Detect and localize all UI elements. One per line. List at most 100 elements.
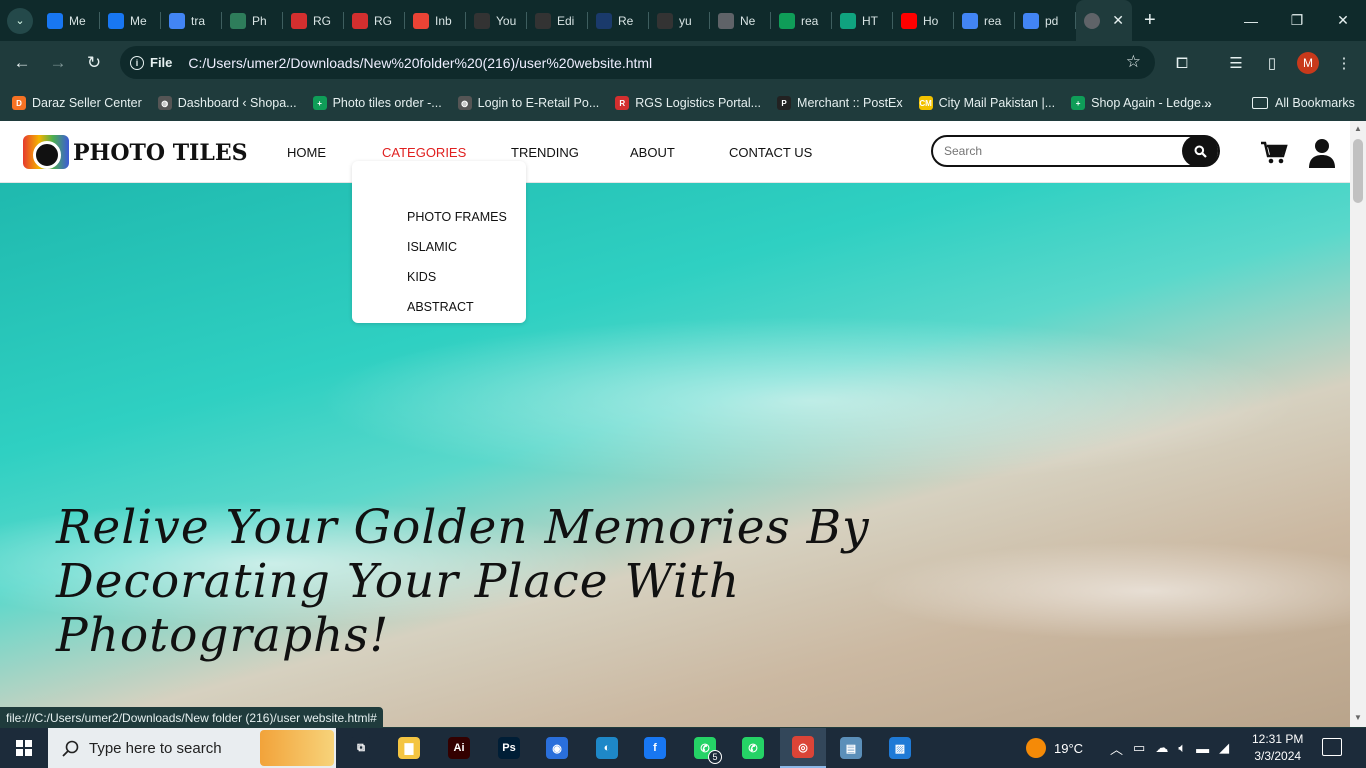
tab-title: Ho [923, 13, 939, 28]
menu-kebab-icon[interactable]: ⋮ [1327, 41, 1361, 85]
bookmark-item[interactable]: ◍ Login to E-Retail Po... [457, 96, 599, 110]
notifications-icon[interactable] [1322, 738, 1342, 756]
site-logo-text[interactable]: PHOTO TILES [73, 140, 247, 166]
browser-tab[interactable]: Inb [405, 0, 466, 41]
meta-icon [47, 12, 63, 29]
all-bookmarks-label: All Bookmarks [1275, 96, 1355, 110]
profile-button[interactable]: M [1291, 41, 1325, 85]
reload-button[interactable]: ↻ [76, 45, 112, 81]
url-text[interactable]: C:/Users/umer2/Downloads/New%20folder%20… [188, 55, 652, 71]
browser-tab[interactable]: Re [588, 0, 649, 41]
file-explorer-icon: ▇ [398, 737, 420, 759]
site-info-chip[interactable]: i File [130, 55, 172, 70]
dropdown-item-islamic[interactable]: ISLAMIC [407, 240, 457, 254]
all-bookmarks-button[interactable]: All Bookmarks [1252, 85, 1355, 121]
minimize-button[interactable]: — [1228, 0, 1274, 41]
battery-icon[interactable]: ▬ [1196, 741, 1209, 756]
browser-tab[interactable]: Ne [710, 0, 771, 41]
browser-tab[interactable]: HT [832, 0, 893, 41]
browser-tab[interactable]: You [466, 0, 527, 41]
wifi-icon[interactable]: ◢ [1219, 740, 1229, 756]
browser-tab[interactable]: RG [344, 0, 405, 41]
side-panel-icon[interactable]: ▯ [1255, 41, 1289, 85]
taskbar-app[interactable]: ✆ [730, 728, 776, 768]
dropdown-item-abstract[interactable]: ABSTRACT [407, 300, 474, 314]
browser-tab-active[interactable]: ✕ [1076, 0, 1132, 41]
dropdown-item-kids[interactable]: KIDS [407, 270, 436, 284]
bookmark-star-icon[interactable]: ☆ [1126, 52, 1141, 72]
tab-search-button[interactable]: ⌄ [7, 7, 33, 34]
bookmark-item[interactable]: P Merchant :: PostEx [777, 96, 903, 110]
browser-tab[interactable]: pd [1015, 0, 1076, 41]
dropdown-item-photo-frames[interactable]: PHOTO FRAMES [407, 210, 507, 224]
clock[interactable]: 12:31 PM 3/3/2024 [1252, 731, 1303, 765]
cart-icon[interactable] [1260, 139, 1288, 167]
nav-trending[interactable]: TRENDING [511, 145, 579, 160]
taskbar-app[interactable]: ▤ [828, 728, 874, 768]
start-button[interactable] [0, 728, 48, 768]
site-search [931, 135, 1220, 167]
chrome-icon: ◎ [792, 736, 814, 758]
forward-button[interactable]: → [40, 45, 76, 81]
browser-tab[interactable]: Me [39, 0, 100, 41]
bookmark-item[interactable]: ◍ Dashboard ‹ Shopa... [157, 96, 297, 110]
network-cloud-icon[interactable]: ☁ [1155, 740, 1168, 756]
restore-button[interactable]: ❐ [1274, 0, 1320, 41]
scroll-down-icon[interactable]: ▼ [1354, 713, 1362, 722]
browser-tab[interactable]: Edi [527, 0, 588, 41]
bookmark-label: RGS Logistics Portal... [635, 96, 762, 110]
taskbar-app[interactable]: ▇ [386, 728, 432, 768]
back-button[interactable]: ← [4, 45, 40, 81]
volume-icon[interactable]: 🔈︎ [1178, 740, 1186, 756]
new-tab-button[interactable]: + [1144, 9, 1156, 32]
nav-categories[interactable]: CATEGORIES [382, 145, 466, 160]
tab-title: Me [130, 13, 147, 28]
nav-about[interactable]: ABOUT [630, 145, 675, 160]
nav-home[interactable]: HOME [287, 145, 326, 160]
bookmark-item[interactable]: R RGS Logistics Portal... [615, 96, 761, 110]
nav-contact[interactable]: CONTACT US [729, 145, 812, 160]
taskbar-app[interactable]: ✆ 5 [682, 728, 728, 768]
browser-tab[interactable]: Ph [222, 0, 283, 41]
taskbar-app[interactable]: ◎ [780, 728, 826, 768]
taskbar-app[interactable]: ◉ [534, 728, 580, 768]
bookmark-item[interactable]: + Shop Again - Ledge... [1071, 96, 1211, 110]
close-window-button[interactable]: ✕ [1320, 0, 1366, 41]
page-scrollbar[interactable]: ▲ ▼ [1350, 121, 1366, 727]
browser-tab[interactable]: rea [771, 0, 832, 41]
search-input[interactable] [944, 144, 1174, 158]
taskbar-search-placeholder: Type here to search [89, 739, 222, 757]
taskbar-app[interactable]: f [632, 728, 678, 768]
extensions-icon[interactable]: ⧠ [1165, 41, 1199, 85]
bookmark-item[interactable]: D Daraz Seller Center [12, 96, 142, 110]
taskbar-app[interactable]: ◐ [584, 728, 630, 768]
taskbar-search[interactable]: Type here to search [48, 728, 336, 768]
address-bar[interactable]: i File C:/Users/umer2/Downloads/New%20fo… [120, 46, 1155, 79]
browser-tab[interactable]: yu [649, 0, 710, 41]
bookmark-item[interactable]: CM City Mail Pakistan |... [918, 96, 1055, 110]
bookmarks-overflow-icon[interactable]: » [1204, 85, 1212, 121]
taskbar-app[interactable]: ⧉ [338, 728, 384, 768]
camera-logo-icon[interactable] [23, 135, 69, 169]
taskbar-app[interactable]: Ps [486, 728, 532, 768]
scroll-up-icon[interactable]: ▲ [1354, 124, 1362, 133]
meet-now-icon[interactable]: ▭ [1133, 740, 1145, 756]
browser-tab[interactable]: Me [100, 0, 161, 41]
user-account-icon[interactable] [1309, 138, 1335, 168]
scroll-thumb[interactable] [1353, 139, 1363, 203]
youtube-icon [901, 12, 917, 29]
close-tab-icon[interactable]: ✕ [1112, 12, 1124, 29]
clock-time: 12:31 PM [1252, 732, 1304, 746]
browser-tab[interactable]: rea [954, 0, 1015, 41]
chevron-up-icon[interactable]: ︿ [1110, 739, 1123, 758]
taskbar-app[interactable]: ▨ [877, 728, 923, 768]
browser-tab[interactable]: Ho [893, 0, 954, 41]
search-button[interactable] [1182, 135, 1218, 167]
reading-list-icon[interactable]: ☰ [1219, 41, 1253, 85]
taskbar-app[interactable]: Ai [436, 728, 482, 768]
sheet-icon [779, 12, 795, 29]
bookmark-item[interactable]: + Photo tiles order -... [312, 96, 442, 110]
weather-widget[interactable]: 19°C [1026, 728, 1083, 768]
browser-tab[interactable]: RG [283, 0, 344, 41]
browser-tab[interactable]: tra [161, 0, 222, 41]
